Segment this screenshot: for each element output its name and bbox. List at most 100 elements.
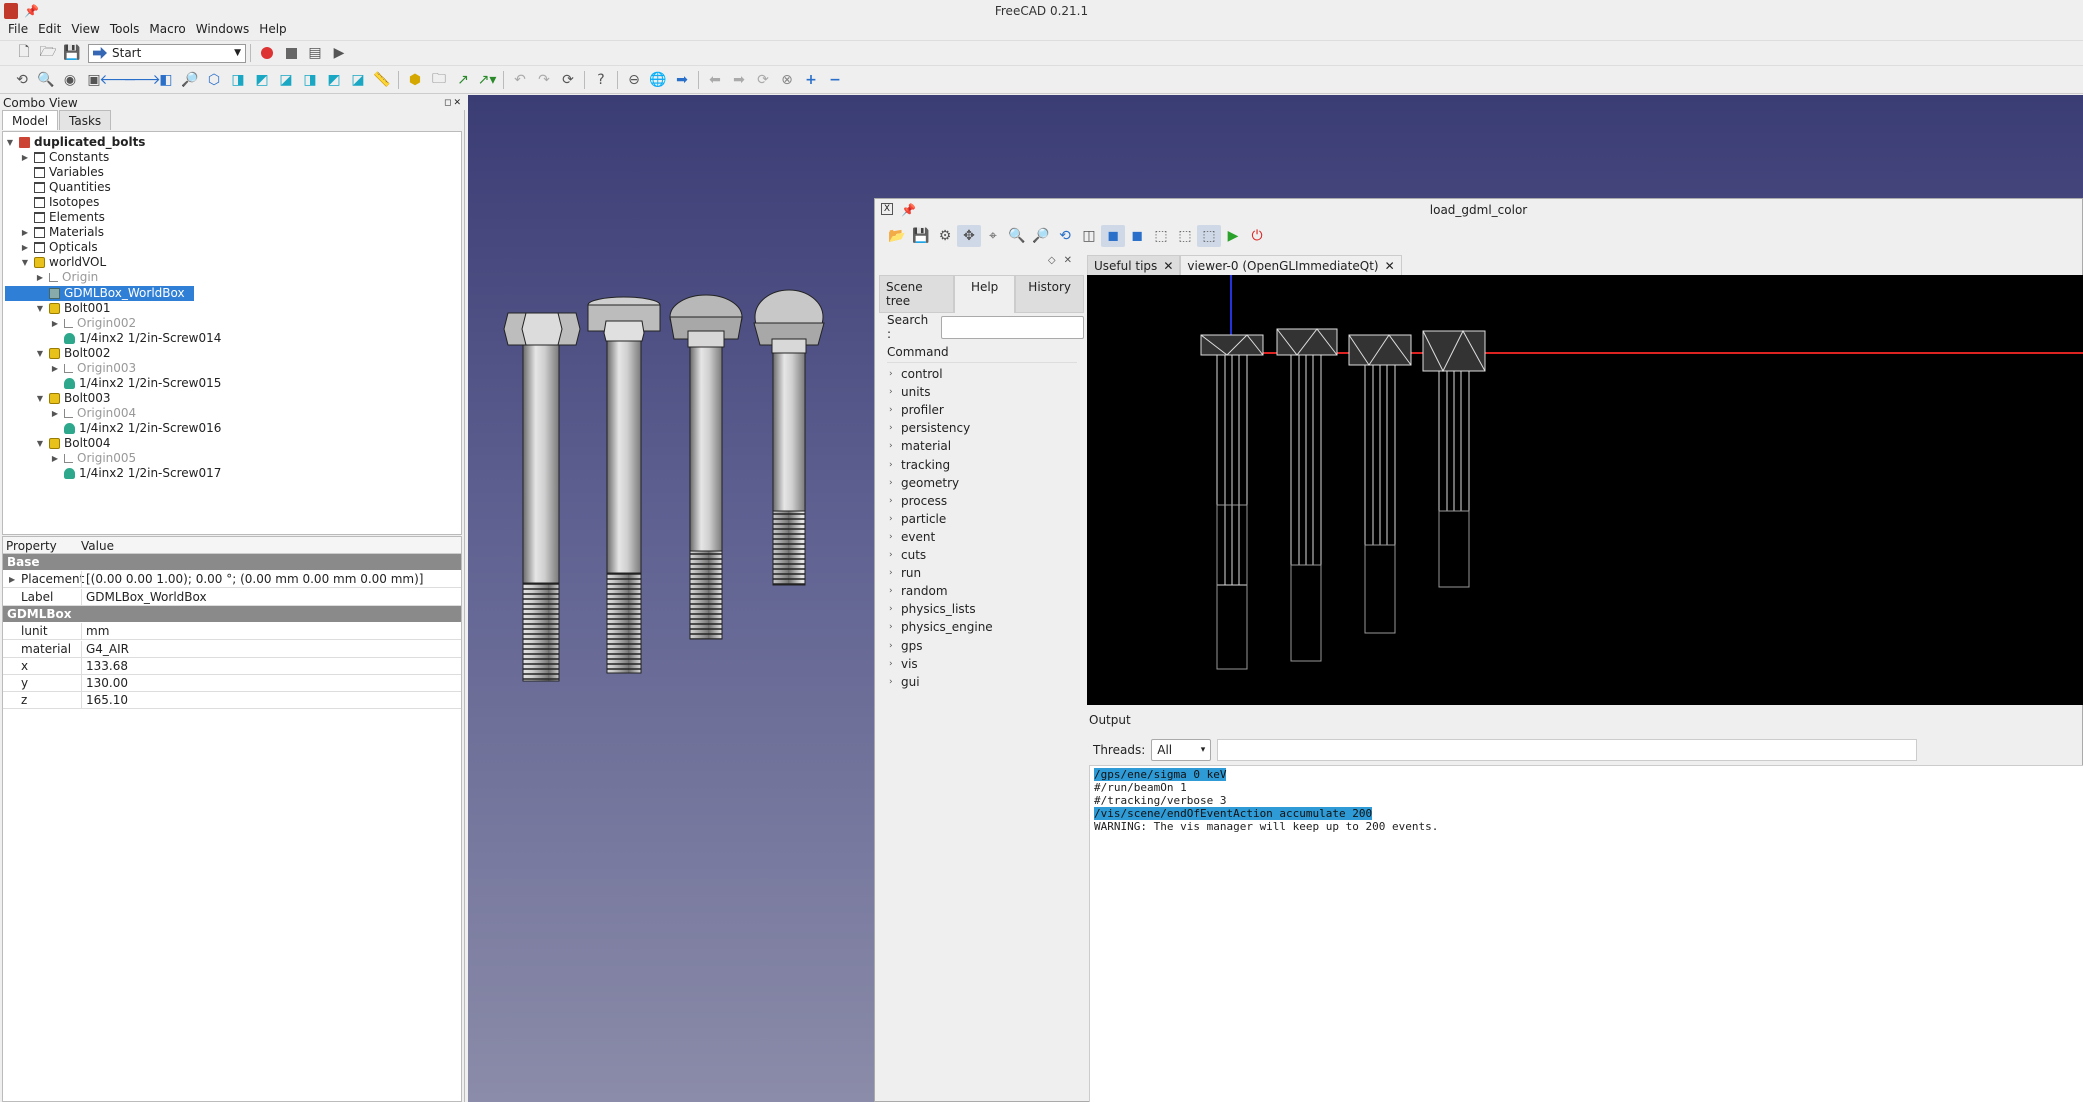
property-row[interactable]: ▶ Placement [(0.00 0.00 1.00); 0.00 °; (0.… [3, 571, 461, 589]
isometric-icon[interactable]: ⬡ [203, 69, 225, 91]
save-icon[interactable]: 💾 [61, 42, 83, 64]
save-icon[interactable]: 💾 [909, 225, 933, 247]
refresh-view-icon[interactable]: ⟲ [11, 69, 33, 91]
settings-icon[interactable]: ⚙ [933, 225, 957, 247]
expand-closed-icon[interactable]: ▶ [35, 270, 45, 285]
link-icon[interactable]: ↗ [452, 69, 474, 91]
command-item[interactable]: › physics_engine [889, 620, 993, 634]
command-item[interactable]: › profiler [889, 403, 944, 417]
command-item[interactable]: › vis [889, 657, 918, 671]
property-row[interactable]: lunit mm [3, 623, 461, 641]
surface-icon[interactable]: ◼ [1125, 225, 1149, 247]
tab-useful-tips[interactable]: Useful tips ✕ [1087, 255, 1181, 277]
property-value[interactable]: mm [81, 623, 109, 641]
chevron-right-icon[interactable]: › [889, 677, 901, 687]
chevron-right-icon[interactable]: › [889, 532, 901, 542]
chevron-right-icon[interactable]: › [889, 641, 901, 651]
tab-history[interactable]: History [1015, 275, 1084, 313]
tree-item[interactable]: ▶ Origin005 [50, 451, 136, 466]
opengl-viewer[interactable] [1087, 275, 2083, 705]
web-forward-icon[interactable]: ➡ [728, 69, 750, 91]
pick-icon[interactable]: ⌖ [981, 225, 1005, 247]
expand-open-icon[interactable]: ▼ [35, 436, 45, 451]
macro-edit-icon[interactable]: ▤ [304, 42, 326, 64]
tree-item[interactable]: Quantities [20, 180, 111, 195]
whats-this-icon[interactable]: ? [590, 69, 612, 91]
expand-open-icon[interactable]: ▼ [35, 301, 45, 316]
move-icon[interactable]: ✥ [957, 225, 981, 247]
property-row[interactable]: material G4_AIR [3, 640, 461, 658]
tree-item[interactable]: 1/4inx2 1/2in-Screw017 [50, 466, 221, 481]
tab-model[interactable]: Model [2, 110, 59, 130]
recompute-icon[interactable]: ⟳ [557, 69, 579, 91]
run-beam-on-icon[interactable]: ▶ [1221, 225, 1245, 247]
ortho-icon[interactable]: ⬚ [1197, 225, 1221, 247]
draw-style-icon[interactable]: ◉ [59, 69, 81, 91]
search-input[interactable] [940, 315, 1084, 339]
perspective-icon[interactable]: ⬚ [1173, 225, 1197, 247]
right-view-icon[interactable]: ◪ [275, 69, 297, 91]
pin-icon[interactable]: 📌 [901, 199, 916, 221]
wireframe-icon[interactable]: ⬚ [1149, 225, 1173, 247]
property-row[interactable]: Label GDMLBox_WorldBox [3, 588, 461, 606]
command-item[interactable]: › particle [889, 512, 946, 526]
chevron-right-icon[interactable]: › [889, 604, 901, 614]
tab-help[interactable]: Help [953, 275, 1016, 313]
macro-run-icon[interactable]: ▶ [328, 42, 350, 64]
macro-record-icon[interactable] [256, 42, 278, 64]
web-back-icon[interactable]: ⬅ [704, 69, 726, 91]
dock-buttons[interactable]: ◇✕ [1048, 255, 1080, 266]
fit-all-icon[interactable]: 🔍 [35, 69, 57, 91]
workbench-selector[interactable]: Start ▼ [88, 43, 246, 63]
command-item[interactable]: › random [889, 584, 948, 598]
front-view-icon[interactable]: ◨ [227, 69, 249, 91]
web-stop-icon[interactable]: ⊖ [623, 69, 645, 91]
threads-select[interactable]: All ▾ [1151, 739, 1212, 761]
expand-closed-icon[interactable]: ▶ [20, 150, 30, 165]
web-refresh-icon[interactable]: ⟳ [752, 69, 774, 91]
forward-icon[interactable]: 🡒 [123, 69, 161, 91]
chevron-right-icon[interactable]: › [889, 405, 901, 415]
chevron-right-icon[interactable]: › [889, 550, 901, 560]
tree-item[interactable]: ▼ Bolt002 [35, 346, 111, 361]
property-value[interactable]: G4_AIR [81, 640, 129, 658]
expand-open-icon[interactable]: ▼ [35, 391, 45, 406]
tab-scene-tree[interactable]: Scene tree [879, 275, 954, 313]
property-row[interactable]: z 165.10 [3, 692, 461, 710]
expand-open-icon[interactable]: ▼ [20, 255, 30, 270]
exit-icon[interactable]: ⏻ [1245, 225, 1269, 247]
chevron-right-icon[interactable]: › [889, 460, 901, 470]
output-console[interactable]: /gps/ene/sigma 0 keV #/run/beamOn 1 #/trac… [1089, 765, 2083, 1102]
chevron-right-icon[interactable]: › [889, 659, 901, 669]
menu-view[interactable]: View [67, 22, 103, 40]
expand-open-icon[interactable]: ▼ [35, 346, 45, 361]
tree-item[interactable]: ▶ Opticals [20, 240, 98, 255]
dock-buttons[interactable]: ◻✕ [444, 98, 463, 108]
web-globe-icon[interactable]: 🌐 [647, 69, 669, 91]
measure-icon[interactable]: 📏 [371, 69, 393, 91]
left-view-icon[interactable]: ◪ [347, 69, 369, 91]
tree-item[interactable]: ▶ Origin [35, 270, 98, 285]
new-document-icon[interactable]: 🗋 [13, 42, 35, 64]
bolt-4[interactable] [753, 289, 825, 586]
command-item[interactable]: › event [889, 530, 935, 544]
expand-closed-icon[interactable]: ▶ [50, 406, 60, 421]
tab-viewer[interactable]: viewer-0 (OpenGLImmediateQt) ✕ [1180, 255, 1402, 277]
command-item[interactable]: › material [889, 439, 951, 453]
expand-closed-icon[interactable]: ▶ [20, 225, 30, 240]
hidden-line-icon[interactable]: ◫ [1077, 225, 1101, 247]
redo-icon[interactable]: ↷ [533, 69, 555, 91]
open-document-icon[interactable]: 🗁 [37, 42, 59, 64]
expand-closed-icon[interactable]: ▶ [50, 361, 60, 376]
property-value[interactable]: 165.10 [81, 692, 128, 710]
expand-closed-icon[interactable]: ▶ [20, 240, 30, 255]
bolt-2[interactable] [587, 296, 661, 674]
tree-item[interactable]: ▶ Origin004 [50, 406, 136, 421]
model-tree[interactable]: ▼ duplicated_bolts ▶ Constants Variables Quan… [2, 131, 462, 535]
chevron-right-icon[interactable]: › [889, 568, 901, 578]
output-filter-input[interactable] [1217, 739, 1918, 761]
command-item[interactable]: › cuts [889, 548, 926, 562]
tree-item[interactable]: ▶ Origin002 [50, 316, 136, 331]
command-item[interactable]: › tracking [889, 458, 950, 472]
tree-item[interactable]: Isotopes [20, 195, 99, 210]
